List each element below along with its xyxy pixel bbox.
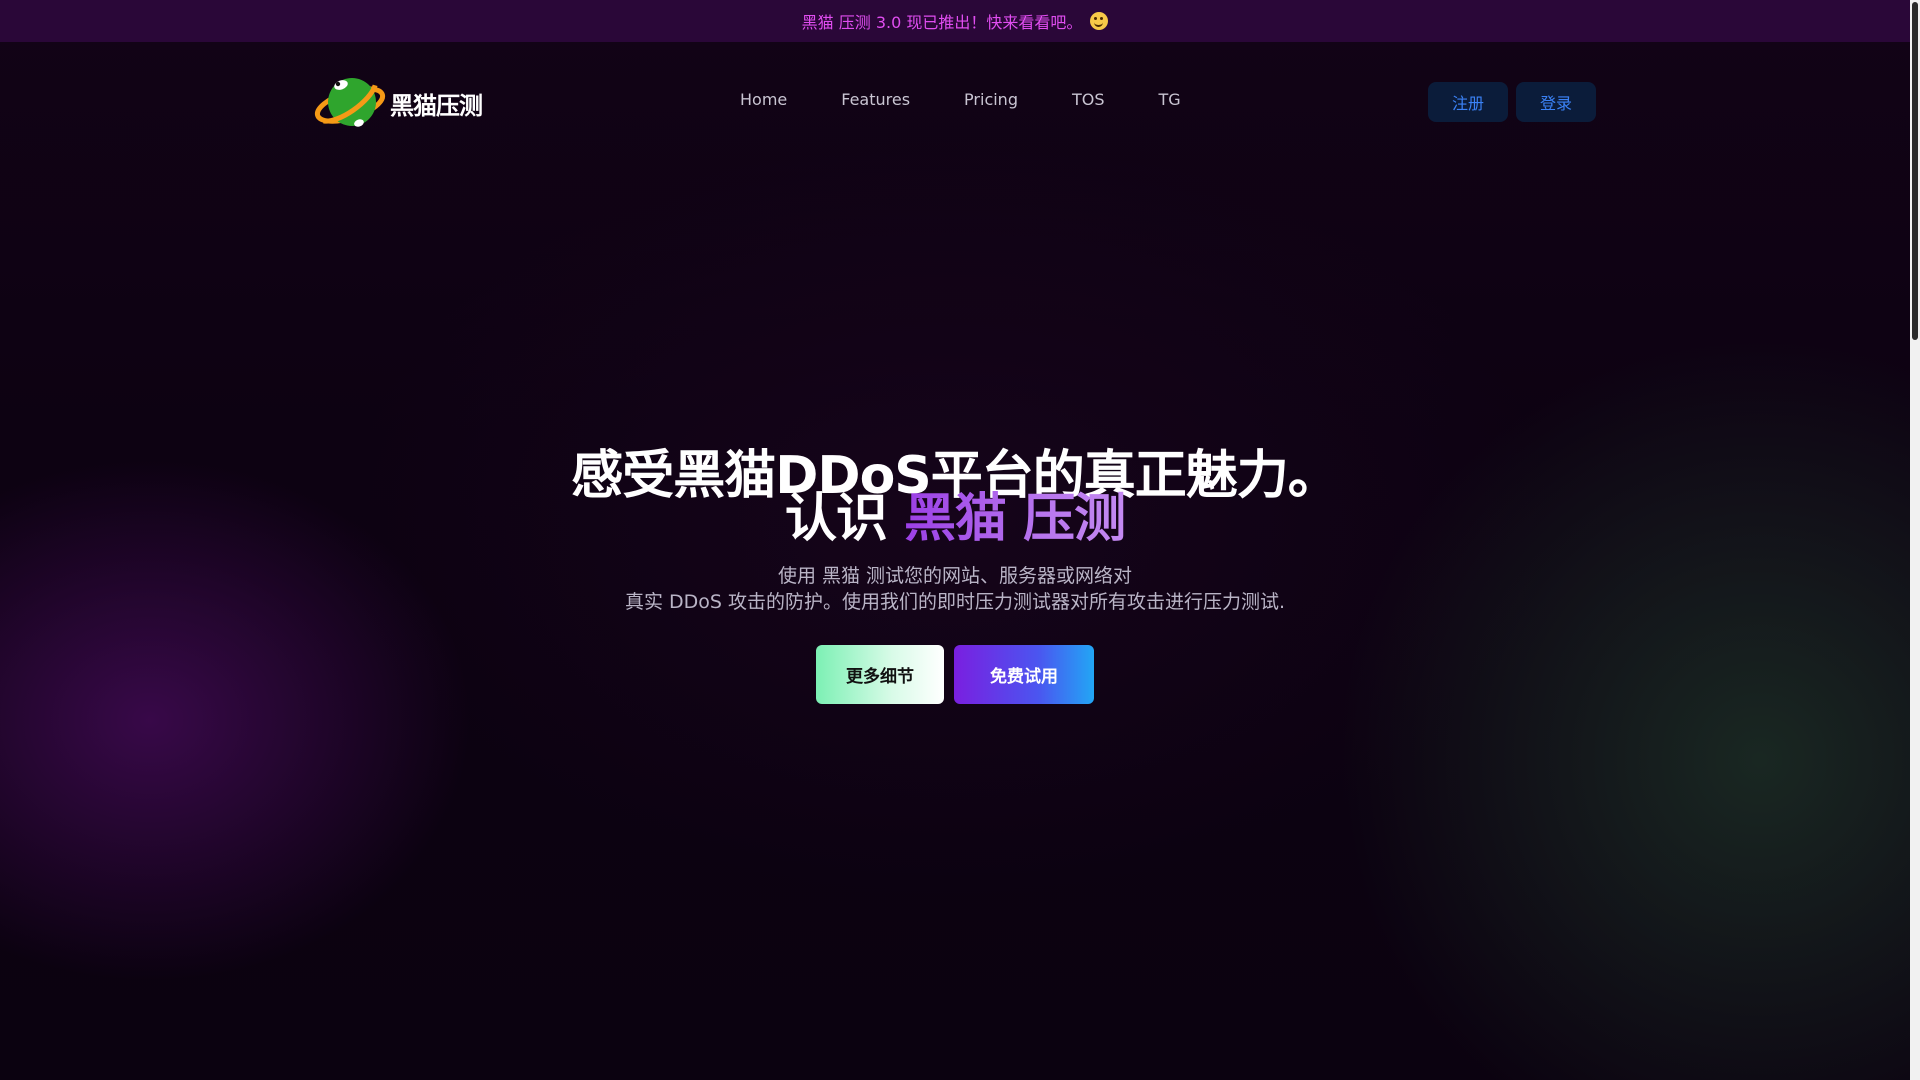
hero-title-line2: 认识 黑猫 压测 <box>0 493 1910 545</box>
free-trial-button[interactable]: 免费试用 <box>954 645 1094 704</box>
announcement-text[interactable]: 黑猫 压测 3.0 现已推出！快来看看吧。 <box>802 9 1083 33</box>
site-header: 黑猫压测 Home Features Pricing TOS TG 注册 登录 <box>0 42 1910 160</box>
login-button[interactable]: 登录 <box>1516 82 1596 122</box>
nav-home[interactable]: Home <box>740 90 814 110</box>
page: 黑猫 压测 3.0 现已推出！快来看看吧。 黑猫压测 Home Features… <box>0 0 1920 1080</box>
hero-title-accent: 黑猫 压测 <box>904 489 1126 549</box>
hero-section: 感受黑猫DDoS平台的真正魅力。 认识 黑猫 压测 使用 黑猫 测试您的网站、服… <box>0 450 1910 704</box>
nav-tg[interactable]: TG <box>1132 90 1208 110</box>
scrollbar-thumb[interactable] <box>1912 2 1918 340</box>
register-button[interactable]: 注册 <box>1428 82 1508 122</box>
logo[interactable]: 黑猫压测 <box>314 72 483 134</box>
main-nav: Home Features Pricing TOS TG <box>740 90 1208 110</box>
hero-subtitle-line1: 使用 黑猫 测试您的网站、服务器或网络对 <box>777 565 1133 587</box>
cta-buttons: 更多细节 免费试用 <box>0 645 1910 704</box>
hero-title-prefix: 认识 <box>784 489 904 549</box>
nav-tos[interactable]: TOS <box>1045 90 1132 110</box>
smiley-icon <box>1090 12 1109 30</box>
planet-logo-icon <box>314 78 386 127</box>
announcement-bar[interactable]: 黑猫 压测 3.0 现已推出！快来看看吧。 <box>0 0 1910 42</box>
vertical-scrollbar[interactable] <box>1910 0 1920 1080</box>
hero-title: 感受黑猫DDoS平台的真正魅力。 认识 黑猫 压测 <box>0 450 1910 545</box>
nav-features[interactable]: Features <box>814 90 937 110</box>
hero-subtitle-line2: 真实 DDoS 攻击的防护。使用我们的即时压力测试器对所有攻击进行压力测试. <box>624 591 1286 613</box>
hero-subtitle: 使用 黑猫 测试您的网站、服务器或网络对 真实 DDoS 攻击的防护。使用我们的… <box>0 563 1910 615</box>
auth-buttons: 注册 登录 <box>1428 82 1596 122</box>
brand-name: 黑猫压测 <box>390 91 483 120</box>
more-details-button[interactable]: 更多细节 <box>816 645 944 704</box>
nav-pricing[interactable]: Pricing <box>937 90 1045 110</box>
